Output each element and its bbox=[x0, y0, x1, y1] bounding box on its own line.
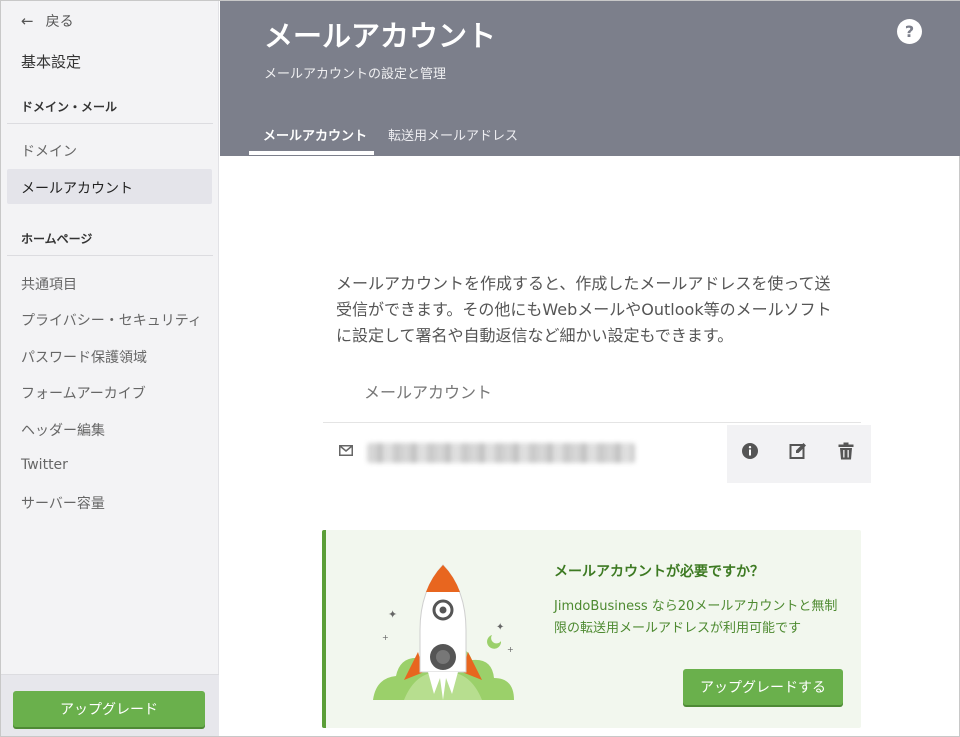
section-heading-homepage: ホームページ bbox=[21, 232, 93, 246]
page-subtitle: メールアカウントの設定と管理 bbox=[264, 67, 447, 82]
promo-text-line: 限の転送用メールアドレスが利用可能です bbox=[554, 621, 802, 636]
svg-text:✦: ✦ bbox=[388, 608, 397, 621]
account-row bbox=[323, 425, 871, 483]
account-list-header: メールアカウント bbox=[364, 383, 493, 402]
sidebar-item-privacy-security[interactable]: プライバシー・セキュリティ bbox=[21, 310, 202, 330]
page-header: メールアカウント メールアカウントの設定と管理 ? メールアカウント 転送用メー… bbox=[220, 1, 960, 156]
account-actions bbox=[727, 425, 871, 483]
back-label: 戻る bbox=[45, 14, 74, 30]
svg-text:✦: ✦ bbox=[496, 622, 504, 633]
sidebar-footer: アップグレード bbox=[1, 674, 219, 736]
promo-upgrade-button[interactable]: アップグレードする bbox=[683, 669, 843, 705]
promo-title: メールアカウントが必要ですか？ bbox=[554, 564, 764, 580]
arrow-left-icon: ← bbox=[21, 12, 34, 30]
svg-text:+: + bbox=[382, 633, 389, 642]
sidebar-item-domain[interactable]: ドメイン bbox=[21, 141, 77, 161]
section-heading-domain-mail: ドメイン・メール bbox=[21, 100, 118, 114]
sidebar-item-form-archive[interactable]: フォームアーカイブ bbox=[21, 383, 146, 403]
edit-icon[interactable] bbox=[788, 441, 808, 461]
upgrade-button[interactable]: アップグレード bbox=[13, 691, 205, 727]
section-divider bbox=[7, 123, 213, 124]
intro-line: 受信ができます。その他にもWebメールやOutlook等のメールソフト bbox=[336, 300, 832, 319]
sidebar-item-header-edit[interactable]: ヘッダー編集 bbox=[21, 420, 105, 440]
upgrade-promo: ✦ + ✦ + メールアカウントが必要ですか？ JimdoBusiness なら… bbox=[322, 530, 861, 728]
promo-text: JimdoBusiness なら20メールアカウントと無制 限の転送用メールアド… bbox=[554, 596, 854, 640]
tab-forwarding-address[interactable]: 転送用メールアドレス bbox=[388, 125, 518, 144]
intro-line: に設定して署名や自動返信など細かい設定もできます。 bbox=[336, 326, 734, 345]
active-tab-indicator bbox=[249, 151, 374, 155]
tab-mail-account[interactable]: メールアカウント bbox=[263, 125, 367, 144]
account-email-blurred bbox=[367, 443, 635, 463]
promo-text-line: JimdoBusiness なら20メールアカウントと無制 bbox=[554, 599, 838, 614]
back-link[interactable]: ← 戻る bbox=[21, 11, 74, 31]
section-divider bbox=[7, 255, 213, 256]
svg-text:+: + bbox=[507, 645, 514, 654]
sidebar-title: 基本設定 bbox=[21, 53, 82, 71]
intro-text: メールアカウントを作成すると、作成したメールアドレスを使って送 受信ができます。… bbox=[336, 271, 856, 349]
page-title: メールアカウント bbox=[264, 19, 497, 53]
sidebar-item-common[interactable]: 共通項目 bbox=[21, 274, 77, 294]
help-icon[interactable]: ? bbox=[897, 19, 922, 44]
trash-icon[interactable] bbox=[836, 441, 856, 461]
account-list-divider bbox=[323, 422, 861, 423]
intro-line: メールアカウントを作成すると、作成したメールアドレスを使って送 bbox=[336, 274, 831, 293]
sidebar-item-mail-account[interactable]: メールアカウント bbox=[21, 178, 133, 198]
sidebar-item-twitter[interactable]: Twitter bbox=[21, 457, 68, 473]
info-icon[interactable] bbox=[740, 441, 760, 461]
mail-icon bbox=[339, 445, 353, 456]
rocket-illustration: ✦ + ✦ + bbox=[373, 564, 514, 700]
sidebar-item-password-area[interactable]: パスワード保護領域 bbox=[21, 347, 147, 367]
sidebar-item-server-capacity[interactable]: サーバー容量 bbox=[21, 493, 105, 513]
sidebar: ← 戻る 基本設定 ドメイン・メール ドメイン メールアカウント ホームページ … bbox=[1, 1, 219, 736]
